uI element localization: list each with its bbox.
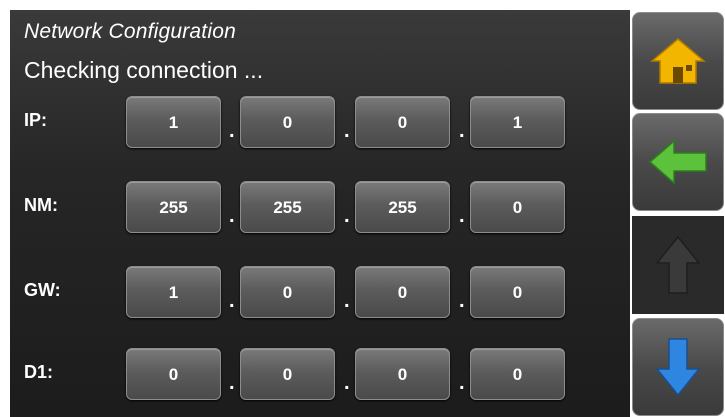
octet-separator: . xyxy=(344,290,350,312)
netmask-label: NM: xyxy=(24,195,58,215)
dns1-label: D1: xyxy=(24,362,54,382)
dns1-octet-3[interactable]: 0 xyxy=(355,348,450,400)
home-icon xyxy=(650,38,706,84)
gateway-octet-4[interactable]: 0 xyxy=(470,266,565,318)
dns1-octet-1[interactable]: 0 xyxy=(126,348,221,400)
netmask-octet-2[interactable]: 255 xyxy=(240,181,335,233)
ip-octet-3[interactable]: 0 xyxy=(355,96,450,148)
ip-octet-4[interactable]: 1 xyxy=(470,96,565,148)
octet-separator: . xyxy=(229,372,235,394)
scroll-down-button[interactable] xyxy=(632,318,724,416)
octet-separator: . xyxy=(459,372,465,394)
octet-separator: . xyxy=(459,205,465,227)
ip-label: IP: xyxy=(24,110,48,130)
back-button[interactable] xyxy=(632,113,724,211)
gateway-octet-2[interactable]: 0 xyxy=(240,266,335,318)
gateway-octet-3[interactable]: 0 xyxy=(355,266,450,318)
up-arrow-icon xyxy=(655,235,701,294)
gateway-row: GW: 1 . 0 . 0 . 0 xyxy=(10,266,630,326)
octet-separator: . xyxy=(459,290,465,312)
home-button[interactable] xyxy=(632,12,724,110)
dns1-octet-2[interactable]: 0 xyxy=(240,348,335,400)
connection-status: Checking connection ... xyxy=(24,57,264,83)
ip-octet-1[interactable]: 1 xyxy=(126,96,221,148)
netmask-row: NM: 255 . 255 . 255 . 0 xyxy=(10,181,630,241)
octet-separator: . xyxy=(229,205,235,227)
octet-separator: . xyxy=(459,120,465,142)
page-title: Network Configuration xyxy=(24,20,236,43)
ip-octet-2[interactable]: 0 xyxy=(240,96,335,148)
down-arrow-icon xyxy=(655,338,701,397)
scroll-up-button[interactable] xyxy=(632,216,724,314)
ip-row: IP: 1 . 0 . 0 . 1 xyxy=(10,96,630,156)
dns1-row: D1: 0 . 0 . 0 . 0 xyxy=(10,348,630,408)
octet-separator: . xyxy=(344,372,350,394)
dns1-octet-4[interactable]: 0 xyxy=(470,348,565,400)
sidebar xyxy=(630,0,725,417)
octet-separator: . xyxy=(229,120,235,142)
gateway-octet-1[interactable]: 1 xyxy=(126,266,221,318)
octet-separator: . xyxy=(344,205,350,227)
network-config-panel: Network Configuration Checking connectio… xyxy=(10,10,630,417)
octet-separator: . xyxy=(229,290,235,312)
netmask-octet-1[interactable]: 255 xyxy=(126,181,221,233)
gateway-label: GW: xyxy=(24,280,61,300)
netmask-octet-4[interactable]: 0 xyxy=(470,181,565,233)
octet-separator: . xyxy=(344,120,350,142)
back-arrow-icon xyxy=(648,139,707,185)
netmask-octet-3[interactable]: 255 xyxy=(355,181,450,233)
